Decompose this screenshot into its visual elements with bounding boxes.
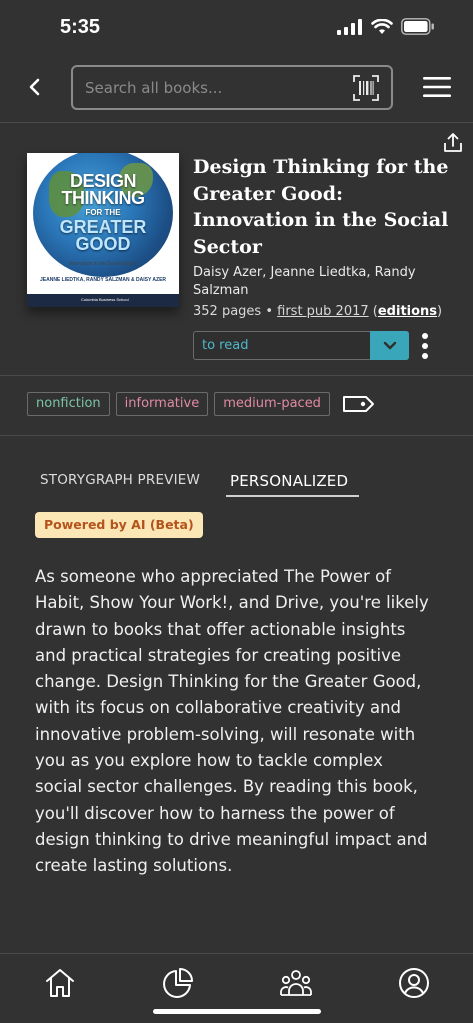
back-button[interactable] bbox=[22, 74, 48, 100]
hamburger-icon bbox=[423, 77, 451, 97]
nav-home[interactable] bbox=[43, 966, 77, 1000]
top-nav bbox=[0, 56, 473, 122]
book-authors[interactable]: Daisy Azer, Jeanne Liedtka, Randy Salzma… bbox=[193, 264, 448, 300]
more-options-button[interactable] bbox=[418, 331, 432, 361]
cover-subtitle: Innovation in the Social Sector bbox=[69, 261, 137, 267]
tag-informative[interactable]: informative bbox=[115, 392, 209, 416]
summary-tabs: STORYGRAPH PREVIEW PERSONALIZED bbox=[40, 472, 440, 498]
tag-list: nonfiction informative medium-paced bbox=[27, 392, 376, 416]
tag-nonfiction[interactable]: nonfiction bbox=[27, 392, 110, 416]
meta-bullet: • bbox=[265, 304, 273, 319]
status-icons bbox=[337, 18, 435, 35]
tags-divider bbox=[0, 435, 473, 436]
header-divider bbox=[0, 122, 473, 123]
nav-stats[interactable] bbox=[161, 966, 195, 1000]
barcode-scan-button[interactable] bbox=[353, 75, 379, 101]
chevron-left-icon bbox=[29, 78, 40, 96]
read-status-label: to read bbox=[202, 338, 249, 353]
status-bar: 5:35 bbox=[0, 0, 473, 56]
nav-profile[interactable] bbox=[397, 966, 431, 1000]
menu-button[interactable] bbox=[421, 73, 453, 101]
profile-icon bbox=[399, 968, 429, 998]
book-meta: 352 pages • first pub 2017 (editions) bbox=[193, 304, 463, 319]
home-icon bbox=[46, 969, 74, 997]
tags-more-button[interactable] bbox=[342, 392, 376, 416]
search-box bbox=[71, 65, 393, 110]
first-pub-link[interactable]: first pub 2017 bbox=[277, 304, 369, 319]
wifi-icon bbox=[371, 18, 393, 34]
share-button[interactable] bbox=[442, 132, 464, 154]
editions-close-paren: ) bbox=[437, 304, 443, 319]
cover-title-line: THINKING bbox=[61, 188, 146, 208]
stats-icon bbox=[163, 968, 193, 998]
search-input[interactable] bbox=[85, 67, 345, 108]
signal-icon bbox=[337, 18, 362, 35]
page-count: 352 pages bbox=[193, 304, 262, 319]
battery-icon bbox=[401, 18, 434, 35]
book-cover[interactable]: DESIGN THINKING FOR THE GREATER GOOD Inn… bbox=[27, 153, 179, 307]
tab-personalized[interactable]: PERSONALIZED bbox=[230, 472, 348, 490]
book-title: Design Thinking for the Greater Good: In… bbox=[193, 156, 449, 258]
more-vertical-icon bbox=[422, 333, 428, 359]
info-divider bbox=[0, 375, 473, 376]
share-icon bbox=[444, 133, 462, 152]
cover-strip: Columbia Business School bbox=[27, 294, 179, 307]
cover-publisher: Columbia Business School bbox=[81, 297, 129, 302]
nav-community[interactable] bbox=[279, 966, 313, 1000]
cover-authors: JEANNE LIEDTKA, RANDY SALZMAN & DAISY AZ… bbox=[39, 277, 167, 283]
cover-title: DESIGN THINKING FOR THE GREATER GOOD bbox=[27, 172, 179, 254]
home-indicator bbox=[153, 1009, 321, 1014]
tag-icon bbox=[342, 396, 374, 412]
read-status-dropdown[interactable]: to read bbox=[193, 331, 409, 360]
personalized-summary: As someone who appreciated The Power of … bbox=[35, 567, 429, 876]
active-tab-underline bbox=[226, 495, 359, 497]
editions-link[interactable]: editions bbox=[378, 304, 437, 319]
community-icon bbox=[280, 970, 312, 996]
barcode-icon bbox=[353, 75, 379, 101]
chevron-down-icon bbox=[383, 341, 396, 349]
tag-medium-paced[interactable]: medium-paced bbox=[214, 392, 330, 416]
status-time: 5:35 bbox=[60, 16, 101, 38]
read-status-toggle[interactable] bbox=[370, 331, 409, 360]
tab-storygraph-preview[interactable]: STORYGRAPH PREVIEW bbox=[40, 472, 200, 488]
ai-badge: Powered by AI (Beta) bbox=[35, 512, 203, 538]
cover-title-line: GOOD bbox=[75, 234, 131, 254]
